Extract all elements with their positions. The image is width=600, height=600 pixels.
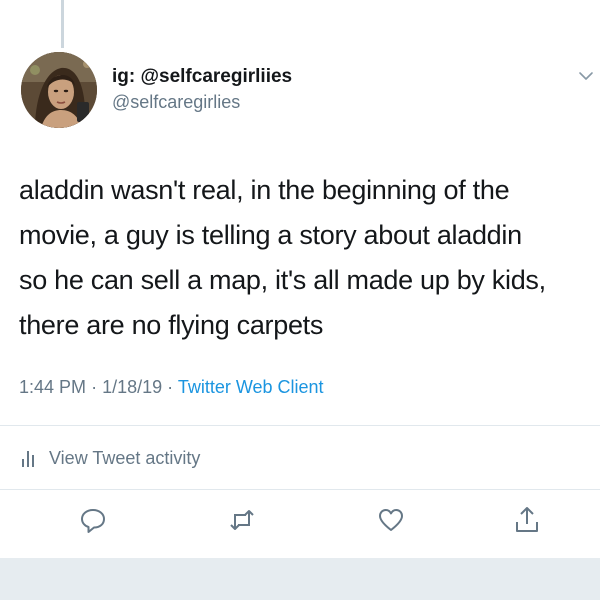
meta-separator: · <box>91 377 98 397</box>
tweet-text: aladdin wasn't real, in the beginning of… <box>19 168 594 348</box>
tweet-text-line: aladdin wasn't real, in the beginning of… <box>19 175 510 205</box>
like-icon[interactable] <box>376 505 406 535</box>
divider <box>0 425 600 426</box>
display-name[interactable]: ig: @selfcaregirliies <box>112 66 292 88</box>
meta-separator: · <box>167 377 174 397</box>
chevron-down-icon[interactable] <box>578 70 594 82</box>
timeline-background <box>0 558 600 600</box>
view-tweet-activity-label: View Tweet activity <box>49 447 201 468</box>
tweet-text-line: movie, a guy is telling a story about al… <box>19 220 522 250</box>
avatar[interactable] <box>21 52 97 128</box>
tweet-action-bar <box>0 505 600 539</box>
tweet-time[interactable]: 1:44 PM <box>19 377 86 397</box>
tweet-date[interactable]: 1/18/19 <box>102 377 162 397</box>
retweet-icon[interactable] <box>227 505 257 535</box>
tweet-screen: ig: @selfcaregirliies @selfcaregirlies a… <box>0 0 600 600</box>
share-icon[interactable] <box>512 505 542 535</box>
reply-icon[interactable] <box>78 505 108 535</box>
tweet-text-line: so he can sell a map, it's all made up b… <box>19 265 546 295</box>
tweet-client-link[interactable]: Twitter Web Client <box>178 377 324 397</box>
view-tweet-activity-link[interactable]: View Tweet activity <box>19 446 200 470</box>
bar-chart-icon <box>22 451 34 467</box>
thread-connector-line <box>61 0 64 48</box>
divider <box>0 489 600 490</box>
tweet-metadata: 1:44 PM · 1/18/19 · Twitter Web Client <box>19 377 324 398</box>
user-handle[interactable]: @selfcaregirlies <box>112 92 240 113</box>
tweet-text-line: there are no flying carpets <box>19 310 324 340</box>
